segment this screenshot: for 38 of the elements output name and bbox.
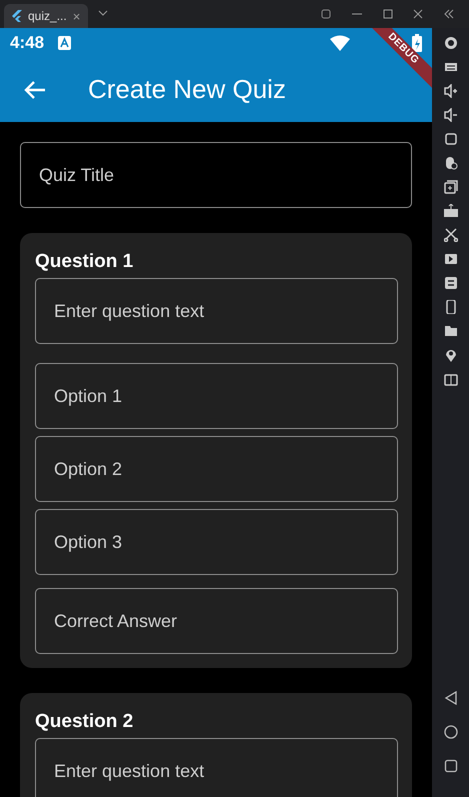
close-icon[interactable]	[413, 9, 423, 19]
question-field[interactable]: Enter question text	[35, 738, 398, 797]
title-field[interactable]: Quiz Title	[20, 142, 412, 208]
status-time: 4:48	[10, 32, 44, 52]
maximize-icon[interactable]	[383, 9, 393, 19]
question-heading: Question 2	[35, 711, 134, 733]
scissors-icon[interactable]	[444, 228, 458, 242]
camera-icon[interactable]	[444, 36, 458, 50]
volume-up-icon[interactable]	[444, 84, 458, 98]
tab-title: quiz_...	[28, 9, 67, 23]
option-field[interactable]: Option 2	[35, 436, 398, 502]
volume-down-icon[interactable]	[444, 108, 458, 122]
apk-install-icon[interactable]	[444, 204, 458, 218]
nav-home-icon[interactable]	[444, 725, 458, 739]
keyboard-icon[interactable]	[444, 60, 458, 74]
notification-icon[interactable]	[58, 36, 72, 50]
phone-icon[interactable]	[444, 300, 458, 314]
nav-back-icon[interactable]	[444, 691, 458, 705]
flutter-icon[interactable]	[12, 10, 22, 22]
back-arrow-icon[interactable]	[24, 80, 46, 100]
question-field[interactable]: Enter question text	[35, 278, 398, 344]
browser-tab[interactable]: quiz_... ×	[4, 4, 88, 28]
close-icon[interactable]: ×	[72, 8, 80, 24]
question-heading: Question 1	[35, 251, 134, 273]
collapse-icon[interactable]	[443, 9, 455, 19]
option-field[interactable]: Option 3	[35, 509, 398, 575]
add-window-icon[interactable]	[444, 180, 458, 194]
wifi-icon[interactable]	[330, 34, 350, 50]
video-icon[interactable]	[444, 252, 458, 266]
answer-field[interactable]: Correct Answer	[35, 588, 398, 654]
option-field[interactable]: Option 1	[35, 363, 398, 429]
chevron-down-icon[interactable]	[98, 9, 108, 17]
multi-window-icon[interactable]	[444, 372, 458, 386]
app-bar-title: Create New Quiz	[88, 74, 286, 105]
location-pin-icon[interactable]	[444, 348, 458, 362]
fullscreen-icon[interactable]	[444, 132, 458, 146]
folder-icon[interactable]	[444, 324, 458, 338]
nav-recents-icon[interactable]	[444, 759, 458, 773]
